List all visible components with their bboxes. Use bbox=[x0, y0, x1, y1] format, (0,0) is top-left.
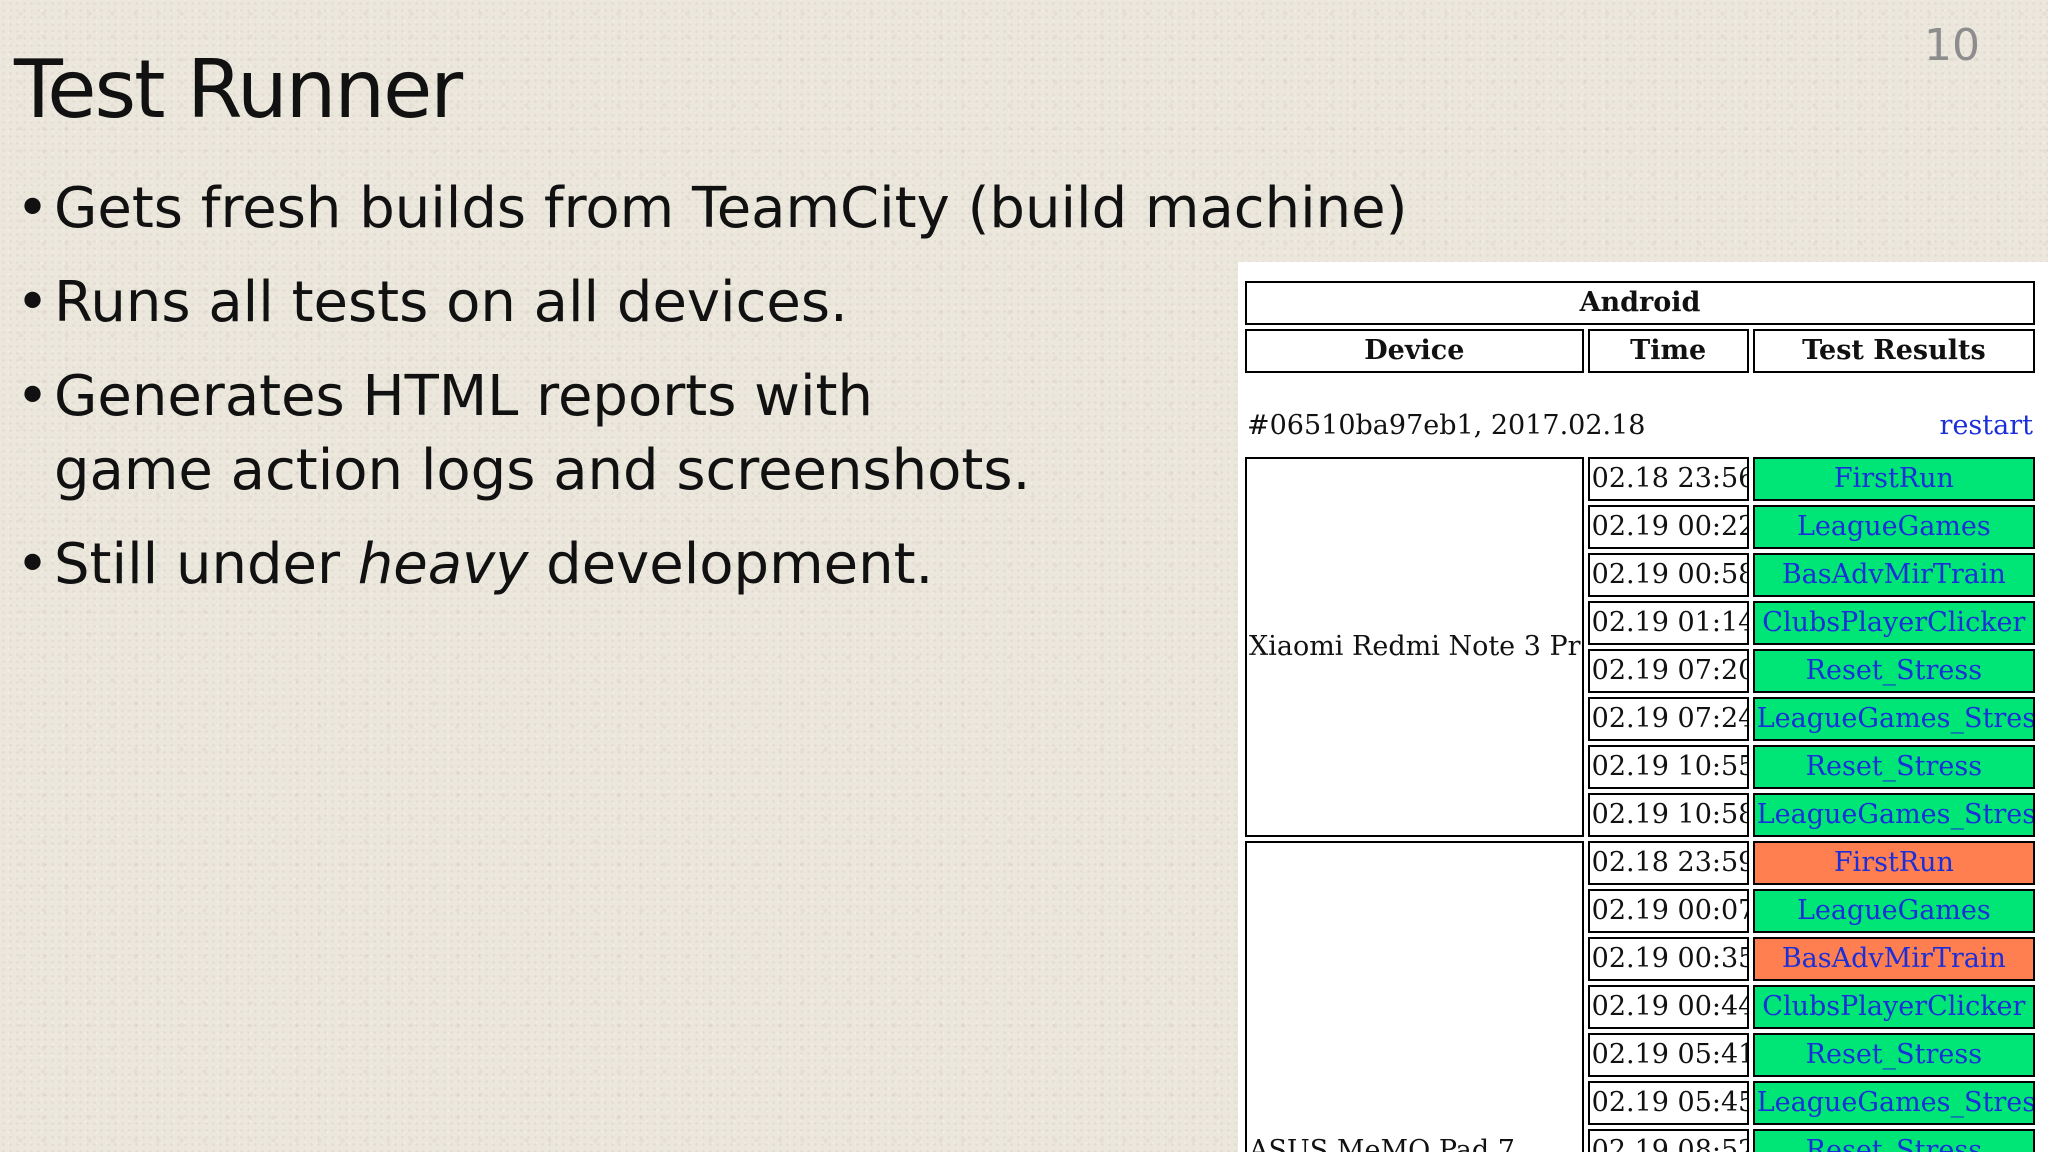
bullet-text: development. bbox=[528, 532, 934, 597]
run-time: 02.18 23:59 bbox=[1587, 841, 1749, 885]
test-result-link[interactable]: LeagueGames_Stress bbox=[1752, 1081, 2035, 1125]
results-table: Android Device Time Test Results #06510b… bbox=[1241, 277, 2039, 1152]
bullet-emphasis: heavy bbox=[357, 532, 529, 597]
slide-title: Test Runner bbox=[14, 43, 463, 136]
column-header-time: Time bbox=[1587, 329, 1749, 373]
bullet-text-line1: Generates HTML reports with bbox=[54, 364, 873, 429]
platform-header: Android bbox=[1245, 281, 2035, 325]
run-time: 02.19 00:58 bbox=[1587, 553, 1749, 597]
bullet-item: Still under heavy development. bbox=[14, 528, 1414, 602]
slide-number: 10 bbox=[1924, 20, 1980, 71]
results-body: #06510ba97eb1, 2017.02.18 restart Xiaomi… bbox=[1245, 377, 2035, 1152]
test-result-link[interactable]: ClubsPlayerClicker bbox=[1752, 601, 2035, 645]
bullet-item: Runs all tests on all devices. bbox=[14, 266, 1414, 340]
run-time: 02.19 10:58 bbox=[1587, 793, 1749, 837]
run-time: 02.19 00:22 bbox=[1587, 505, 1749, 549]
run-time: 02.19 08:52 bbox=[1587, 1129, 1749, 1152]
device-name: ASUS MeMO Pad 7 bbox=[1245, 841, 1584, 1152]
test-result-link[interactable]: LeagueGames_Stress bbox=[1752, 793, 2035, 837]
run-time: 02.19 07:24 bbox=[1587, 697, 1749, 741]
result-row: ASUS MeMO Pad 7 02.18 23:59 FirstRun bbox=[1245, 841, 2035, 1152]
build-row: #06510ba97eb1, 2017.02.18 restart bbox=[1245, 377, 2035, 453]
column-header-test-results: Test Results bbox=[1752, 329, 2035, 373]
restart-link[interactable]: restart bbox=[1753, 377, 2035, 453]
test-result-link[interactable]: LeagueGames bbox=[1752, 505, 2035, 549]
device-name: Xiaomi Redmi Note 3 Pro bbox=[1245, 457, 1584, 837]
run-time: 02.19 10:55 bbox=[1587, 745, 1749, 789]
run-time: 02.19 00:07 bbox=[1587, 889, 1749, 933]
column-header-device: Device bbox=[1245, 329, 1584, 373]
result-row: Xiaomi Redmi Note 3 Pro 02.18 23:56 FirstR… bbox=[1245, 457, 2035, 837]
test-result-link[interactable]: BasAdvMirTrain bbox=[1752, 937, 2035, 981]
build-label: #06510ba97eb1, 2017.02.18 bbox=[1247, 410, 1646, 441]
bullet-item: Generates HTML reports with game action l… bbox=[14, 360, 1054, 508]
bullet-text-line2: game action logs and screenshots. bbox=[54, 438, 1031, 503]
test-report-screenshot: Android Device Time Test Results #06510b… bbox=[1238, 262, 2048, 1152]
test-result-link[interactable]: ClubsPlayerClicker bbox=[1752, 985, 2035, 1029]
bullet-text: Gets fresh builds from TeamCity (build m… bbox=[54, 176, 1408, 241]
test-result-link[interactable]: BasAdvMirTrain bbox=[1752, 553, 2035, 597]
run-time: 02.19 01:14 bbox=[1587, 601, 1749, 645]
test-result-link[interactable]: FirstRun bbox=[1752, 841, 2035, 885]
run-time: 02.19 00:44 bbox=[1587, 985, 1749, 1029]
test-result-link[interactable]: Reset_Stress bbox=[1752, 745, 2035, 789]
test-result-link[interactable]: FirstRun bbox=[1752, 457, 2035, 501]
bullet-item: Gets fresh builds from TeamCity (build m… bbox=[14, 172, 1414, 246]
run-time: 02.19 05:45 bbox=[1587, 1081, 1749, 1125]
test-result-link[interactable]: Reset_Stress bbox=[1752, 1033, 2035, 1077]
run-time: 02.19 07:20 bbox=[1587, 649, 1749, 693]
test-result-link[interactable]: LeagueGames_Stress bbox=[1752, 697, 2035, 741]
bullet-text: Still under bbox=[54, 532, 358, 597]
run-time: 02.19 05:41 bbox=[1587, 1033, 1749, 1077]
test-result-link[interactable]: Reset_Stress bbox=[1752, 649, 2035, 693]
test-result-link[interactable]: LeagueGames bbox=[1752, 889, 2035, 933]
run-time: 02.19 00:35 bbox=[1587, 937, 1749, 981]
bullet-list: Gets fresh builds from TeamCity (build m… bbox=[14, 172, 1414, 622]
test-result-link[interactable]: Reset_Stress bbox=[1752, 1129, 2035, 1152]
bullet-text: Runs all tests on all devices. bbox=[54, 270, 848, 335]
run-time: 02.18 23:56 bbox=[1587, 457, 1749, 501]
